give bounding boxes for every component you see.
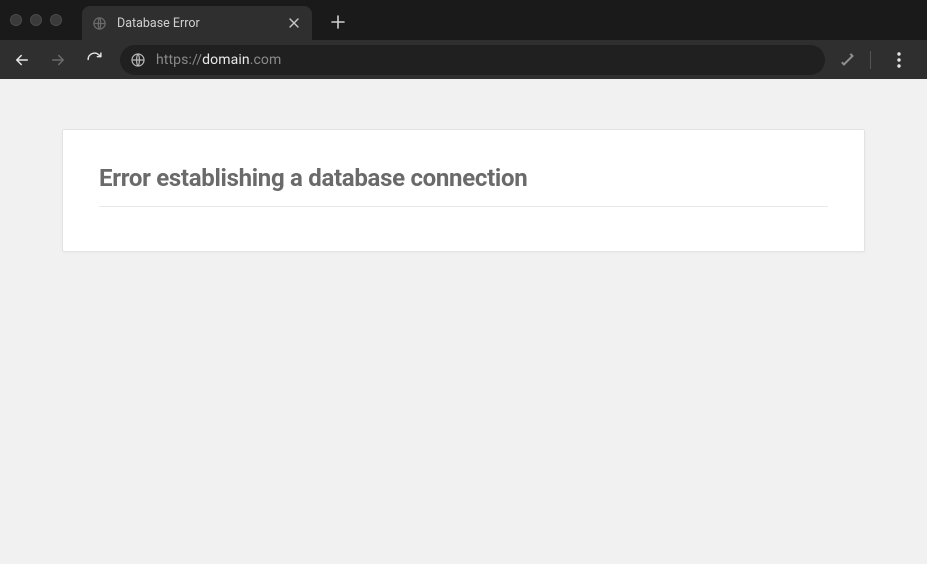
window-minimize-dot[interactable] xyxy=(30,14,42,26)
browser-tab[interactable]: Database Error xyxy=(82,6,312,40)
site-info-icon[interactable] xyxy=(130,52,146,68)
url-host: domain xyxy=(202,52,250,68)
tab-close-button[interactable] xyxy=(286,15,302,31)
back-button[interactable] xyxy=(8,46,36,74)
url-text: https://domain.com xyxy=(156,52,281,68)
error-card: Error establishing a database connection xyxy=(62,129,865,252)
url-protocol: https:// xyxy=(156,52,202,68)
reload-button[interactable] xyxy=(80,46,108,74)
forward-button[interactable] xyxy=(44,46,72,74)
url-rest: .com xyxy=(250,52,282,68)
error-heading: Error establishing a database connection xyxy=(99,164,828,207)
page-viewport: Error establishing a database connection xyxy=(0,79,927,564)
address-bar[interactable]: https://domain.com xyxy=(120,45,825,75)
browser-menu-button[interactable] xyxy=(885,46,913,74)
tab-favicon-icon xyxy=(92,16,107,31)
extension-icon[interactable] xyxy=(839,51,856,68)
window-controls xyxy=(10,14,62,26)
window-title-bar: Database Error xyxy=(0,0,927,40)
toolbar-right xyxy=(833,46,919,74)
tab-title: Database Error xyxy=(117,16,276,31)
window-maximize-dot[interactable] xyxy=(50,14,62,26)
browser-toolbar: https://domain.com xyxy=(0,40,927,79)
new-tab-button[interactable] xyxy=(324,8,352,36)
window-close-dot[interactable] xyxy=(10,14,22,26)
toolbar-divider xyxy=(870,51,871,69)
